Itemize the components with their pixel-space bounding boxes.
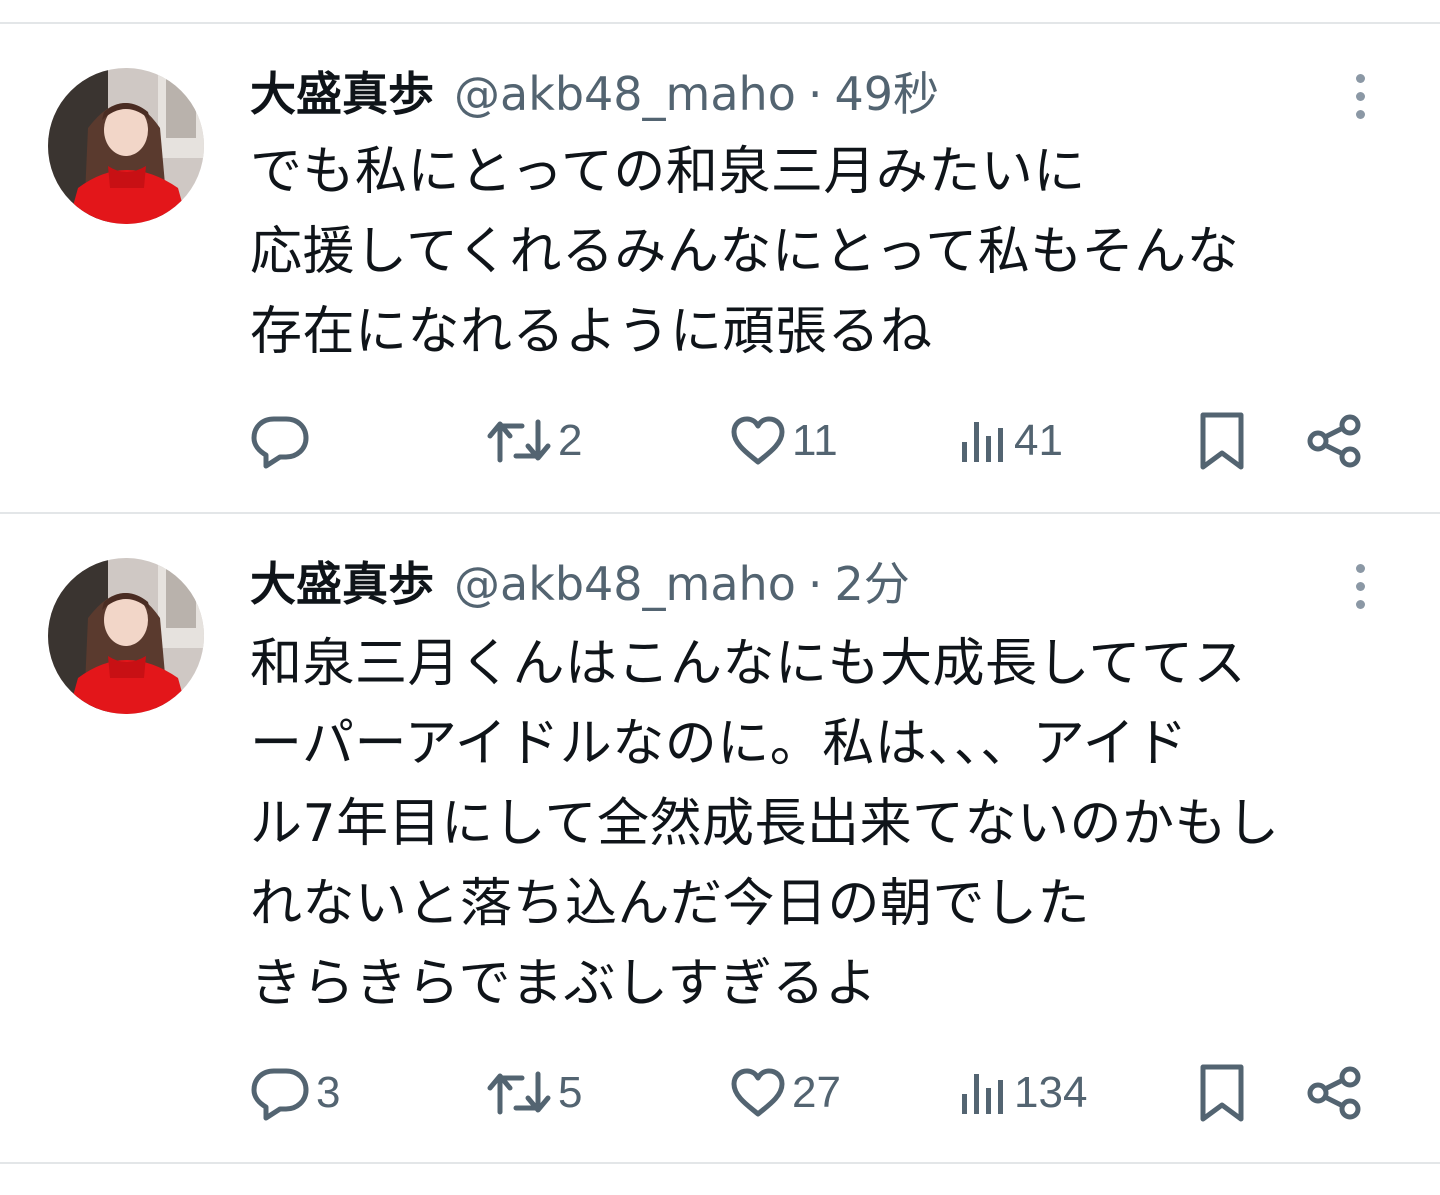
tweet-header: 大盛真歩 @akb48_maho · 49秒 — [250, 64, 939, 124]
retweet-arrows-icon — [487, 419, 551, 463]
retweet-button[interactable]: 5 — [486, 1058, 582, 1128]
author-name[interactable]: 大盛真歩 — [250, 64, 434, 124]
tweet-actions: 2 11 41 — [0, 406, 1440, 476]
retweet-button[interactable]: 2 — [486, 406, 582, 476]
tweet-timestamp[interactable]: 49秒 — [834, 64, 939, 124]
share-button[interactable] — [1306, 406, 1362, 476]
retweet-count: 2 — [558, 416, 583, 465]
header-separator: · — [807, 557, 823, 611]
bar-chart-icon — [962, 1074, 1003, 1114]
reply-button[interactable]: 3 — [250, 1058, 340, 1128]
tweet-text: でも私にとっての和泉三月みたいに 応援してくれるみんなにとって私もそんな 存在に… — [250, 132, 1410, 372]
reply-count: 3 — [316, 1068, 341, 1117]
share-button[interactable] — [1306, 1058, 1362, 1128]
share-icon — [1307, 414, 1361, 468]
author-handle[interactable]: @akb48_maho — [454, 554, 796, 614]
reply-bubble-icon — [251, 1068, 309, 1121]
author-avatar[interactable] — [48, 68, 204, 224]
views-button[interactable]: 134 — [958, 1058, 1087, 1128]
like-count: 27 — [792, 1068, 841, 1117]
tweet-text-line: でも私にとっての和泉三月みたいに — [250, 142, 1086, 202]
heart-icon — [731, 416, 785, 465]
bookmark-icon — [1200, 1064, 1244, 1122]
retweet-arrows-icon — [487, 1071, 551, 1115]
bookmark-icon — [1200, 412, 1244, 470]
bar-chart-icon — [962, 422, 1003, 462]
views-count: 41 — [1014, 416, 1063, 465]
tweet-actions: 3 5 27 134 — [0, 1058, 1440, 1128]
views-button[interactable]: 41 — [958, 406, 1063, 476]
tweet-text: 和泉三月くんはこんなにも大成長しててス ーパーアイドルなのに。私は、、、アイド … — [250, 624, 1410, 1024]
bookmark-button[interactable] — [1198, 406, 1246, 476]
retweet-count: 5 — [558, 1068, 583, 1117]
bottom-divider — [0, 1162, 1440, 1164]
tweet-text-line: 存在になれるように頑張るね — [250, 302, 933, 362]
reply-button[interactable] — [250, 406, 316, 476]
header-separator: · — [807, 67, 823, 121]
tweet-text-line: ル7年目にして全然成長出来てないのかもし — [250, 794, 1280, 854]
tweet-timestamp[interactable]: 2分 — [834, 554, 909, 614]
tweet-header: 大盛真歩 @akb48_maho · 2分 — [250, 554, 910, 614]
views-count: 134 — [1014, 1068, 1088, 1117]
tweet-text-line: 和泉三月くんはこんなにも大成長しててス — [250, 634, 1246, 694]
tweet-text-line: 応援してくれるみんなにとって私もそんな — [250, 222, 1240, 282]
tweet-1[interactable]: 大盛真歩 @akb48_maho · 49秒 でも私にとっての和泉三月みたいに … — [0, 0, 1440, 510]
tweet-text-line: ーパーアイドルなのに。私は、、、アイド — [250, 714, 1188, 774]
like-count: 11 — [792, 416, 838, 465]
like-button[interactable]: 27 — [730, 1058, 841, 1128]
author-handle[interactable]: @akb48_maho — [454, 64, 796, 124]
reply-bubble-icon — [251, 416, 309, 469]
more-options-icon[interactable] — [1340, 66, 1380, 126]
like-button[interactable]: 11 — [730, 406, 838, 476]
author-name[interactable]: 大盛真歩 — [250, 554, 434, 614]
bookmark-button[interactable] — [1198, 1058, 1246, 1128]
more-options-icon[interactable] — [1340, 556, 1380, 616]
tweet-text-line: れないと落ち込んだ今日の朝でした — [250, 874, 1091, 934]
tweet-2[interactable]: 大盛真歩 @akb48_maho · 2分 和泉三月くんはこんなにも大成長してて… — [0, 514, 1440, 1160]
heart-icon — [731, 1068, 785, 1117]
author-avatar[interactable] — [48, 558, 204, 714]
share-icon — [1307, 1066, 1361, 1120]
tweet-text-line: きらきらでまぶしすぎるよ — [250, 954, 878, 1014]
